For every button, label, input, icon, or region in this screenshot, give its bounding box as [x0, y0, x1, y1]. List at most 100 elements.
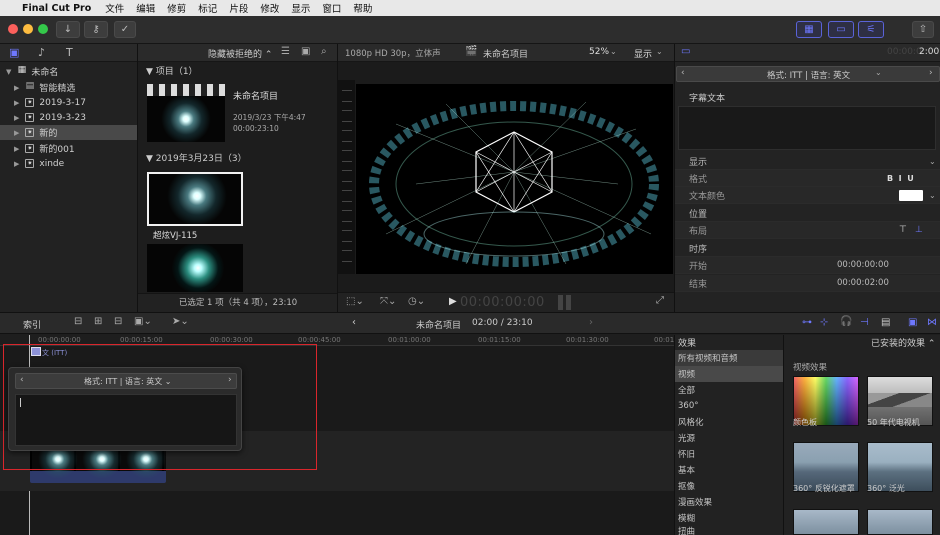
timeline-toggle-button[interactable]: ▭ [828, 21, 854, 38]
zoom-popup[interactable]: 52% [589, 47, 609, 57]
insert-clip-icon[interactable]: ⊞ [94, 316, 102, 327]
chevron-right-icon[interactable]: › [589, 317, 593, 328]
close-window-button[interactable] [8, 24, 18, 34]
sidebar-item-event[interactable]: ▶ ✷ 2019-3-17 [0, 95, 137, 110]
crop-icon[interactable]: ⬚⌄ [346, 296, 364, 307]
background-tasks-button[interactable]: ✓ [114, 21, 136, 38]
disclosure-closed-icon[interactable]: ▶ [14, 84, 19, 92]
connect-clip-icon[interactable]: ⊟ [74, 316, 82, 327]
import-button[interactable]: ↓ [56, 21, 80, 38]
end-timecode-field[interactable]: 00:00:02:00 [837, 278, 889, 288]
chevron-right-icon[interactable]: › [929, 68, 933, 78]
share-button[interactable]: ⇧ [912, 21, 934, 38]
caption-inspector-icon[interactable]: ▭ [681, 46, 690, 57]
sidebar-item-smart-collections[interactable]: ▶ ▤ 智能精选 [0, 80, 137, 95]
disclosure-closed-icon[interactable]: ▶ [14, 129, 19, 137]
search-icon[interactable]: ⌕ [321, 46, 327, 57]
popup-format-popup[interactable]: 格式: ITT | 语言: 英文 ⌄ [84, 376, 172, 387]
library-root[interactable]: ▼ ▦ 未命名 [0, 64, 137, 79]
caption-format-popup[interactable]: 格式: ITT | 语言: 英文 [767, 69, 850, 81]
append-clip-icon[interactable]: ⊟ [114, 316, 122, 327]
popup-caption-text-field[interactable] [15, 394, 237, 446]
filter-popup[interactable]: 隐藏被拒绝的 ⌃ [208, 47, 272, 60]
align-bottom-icon[interactable]: ⊥ [915, 225, 923, 235]
disclosure-closed-icon[interactable]: ▶ [14, 160, 19, 168]
fullscreen-icon[interactable]: ⤢ [656, 295, 664, 306]
effect-thumbnail[interactable] [867, 509, 933, 535]
effects-category[interactable]: 怀旧 [675, 446, 783, 462]
effects-browser-icon[interactable]: ▣ [908, 317, 917, 328]
inspector-section-display[interactable]: 显示 ⌄ [675, 153, 940, 170]
chevron-right-icon[interactable]: › [228, 375, 232, 385]
menu-window[interactable]: 窗口 [322, 1, 341, 15]
sidebar-item-event[interactable]: ▶ ✷ xinde [0, 156, 137, 171]
clip-thumbnail[interactable] [147, 244, 243, 292]
effects-category-video[interactable]: 视频 [675, 366, 783, 382]
app-menu[interactable]: Final Cut Pro [22, 3, 91, 14]
keywords-button[interactable]: ⚷ [84, 21, 108, 38]
video-frame[interactable] [356, 84, 673, 274]
sidebar-item-event[interactable]: ▶ ✷ 新的001 [0, 141, 137, 156]
index-button[interactable]: 索引 [23, 318, 41, 331]
snapping-icon[interactable]: ⊣ [860, 317, 869, 328]
clip-appearance-icon[interactable]: ▤ [881, 317, 890, 328]
menu-file[interactable]: 文件 [105, 1, 124, 15]
browser-toggle-button[interactable]: ▦ [796, 21, 822, 38]
chevron-left-icon[interactable]: ‹ [20, 375, 24, 385]
bold-italic-underline-buttons[interactable]: B I U [887, 174, 914, 183]
effects-category[interactable]: 扭曲 [675, 526, 783, 535]
disclosure-open-icon[interactable]: ▼ [6, 68, 11, 76]
library-icon[interactable]: ▣ [9, 46, 19, 59]
play-icon[interactable]: ▶ [449, 296, 457, 307]
transitions-browser-icon[interactable]: ⋈ [927, 317, 937, 328]
select-tool-icon[interactable]: ➤⌄ [172, 316, 189, 327]
skimming-icon[interactable]: ⊶ [802, 317, 812, 328]
menu-view[interactable]: 显示 [291, 1, 310, 15]
effects-category[interactable]: 漫画效果 [675, 494, 783, 510]
date-section-header[interactable]: ▼ 2019年3月23日（3） [146, 151, 247, 164]
sidebar-item-event-selected[interactable]: ▶ ✷ 新的 [0, 125, 137, 140]
effects-category[interactable]: 360° [675, 398, 783, 414]
effect-thumbnail[interactable] [793, 509, 859, 535]
effects-category[interactable]: 全部 [675, 382, 783, 398]
color-swatch[interactable] [899, 190, 923, 201]
projects-section-header[interactable]: ▼ 项目（1） [146, 64, 198, 77]
installed-effects-popup[interactable]: 已安装的效果 ⌃ [871, 336, 935, 349]
effects-category[interactable]: 基本 [675, 462, 783, 478]
zoom-window-button[interactable] [38, 24, 48, 34]
photos-audio-icon[interactable]: ♪ [38, 46, 45, 59]
menu-edit[interactable]: 编辑 [136, 1, 155, 15]
menu-modify[interactable]: 修改 [260, 1, 279, 15]
effects-category[interactable]: 风格化 [675, 414, 783, 430]
start-timecode-field[interactable]: 00:00:00:00 [837, 260, 889, 270]
disclosure-closed-icon[interactable]: ▶ [14, 145, 19, 153]
filmstrip-icon[interactable]: ▣ [301, 46, 310, 57]
effects-category[interactable]: 模糊 [675, 510, 783, 526]
list-view-icon[interactable]: ☰ [281, 46, 290, 57]
timecode-display[interactable]: 00:00:00:00 [460, 295, 545, 310]
view-popup[interactable]: 显示 [634, 47, 652, 60]
overwrite-clip-icon[interactable]: ▣⌄ [134, 316, 152, 327]
audio-skimming-icon[interactable]: ⊹ [820, 317, 828, 328]
effects-category-all-av[interactable]: 所有视频和音频 [675, 350, 783, 366]
inspector-toggle-button[interactable]: ⚟ [858, 21, 884, 38]
clip-thumbnail-selected[interactable] [147, 172, 243, 226]
menu-trim[interactable]: 修剪 [167, 1, 186, 15]
transform-icon[interactable]: ⤧⌄ [380, 296, 396, 307]
menu-mark[interactable]: 标记 [198, 1, 217, 15]
headphones-icon[interactable]: 🎧 [840, 316, 852, 327]
sidebar-item-event[interactable]: ▶ ✷ 2019-3-23 [0, 110, 137, 125]
chevron-left-icon[interactable]: ‹ [352, 317, 356, 328]
align-top-icon[interactable]: ⊤ [899, 225, 907, 235]
effects-category[interactable]: 光源 [675, 430, 783, 446]
effects-category[interactable]: 抠像 [675, 478, 783, 494]
minimize-window-button[interactable] [23, 24, 33, 34]
menu-help[interactable]: 帮助 [353, 1, 372, 15]
speed-icon[interactable]: ◷⌄ [408, 296, 425, 307]
caption-text-field[interactable] [678, 106, 936, 150]
chevron-left-icon[interactable]: ‹ [681, 68, 685, 78]
menu-clip[interactable]: 片段 [229, 1, 248, 15]
project-thumbnail[interactable] [147, 84, 225, 142]
disclosure-closed-icon[interactable]: ▶ [14, 114, 19, 122]
chevron-down-icon[interactable]: ⌄ [929, 191, 936, 200]
